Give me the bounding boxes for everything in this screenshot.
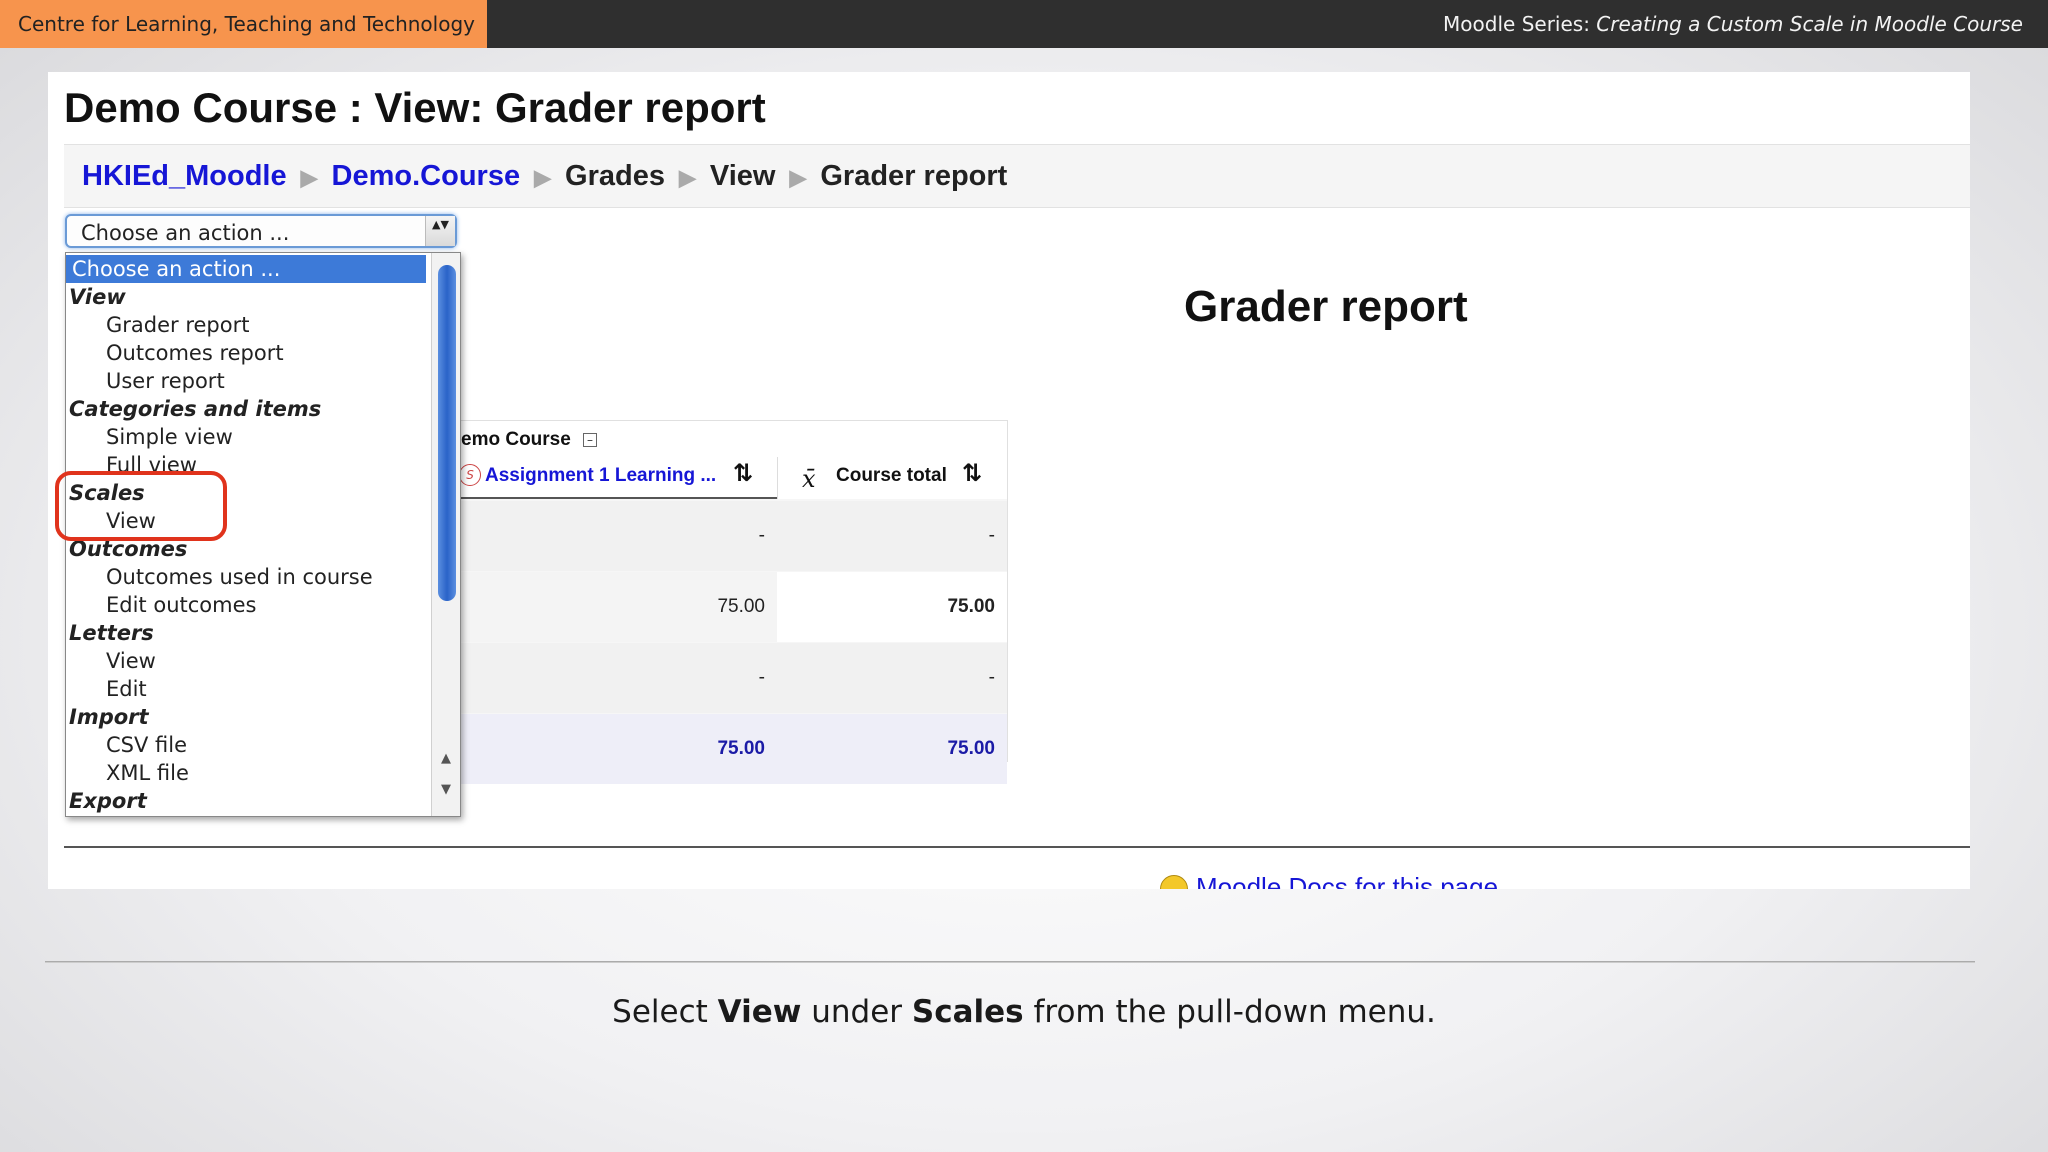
scrollbar-thumb[interactable] <box>438 265 456 601</box>
breadcrumb-current: Grader report <box>820 160 1008 192</box>
dropdown-option-csv-file[interactable]: CSV file <box>66 731 187 759</box>
sort-icon[interactable]: ⇅ <box>962 459 982 487</box>
breadcrumb: HKIEd_Moodle ▶ Demo.Course ▶ Grades ▶ View ▶ Gra… <box>64 144 1970 208</box>
category-header: emo Course – <box>459 421 1007 457</box>
assignment-link[interactable]: Assignment 1 Learning ... <box>485 465 716 487</box>
sort-icon[interactable]: ⇅ <box>733 459 753 487</box>
dropdown-option-letters-edit[interactable]: Edit <box>66 675 147 703</box>
table-row: - - <box>459 643 1007 713</box>
dropdown-option-edit-outcomes[interactable]: Edit outcomes <box>66 591 256 619</box>
breadcrumb-separator-icon: ▶ <box>789 165 807 190</box>
select-arrows-icon: ▲▼ <box>425 216 455 246</box>
action-select-value: Choose an action ... <box>81 221 290 245</box>
dropdown-option-xml-file[interactable]: XML file <box>66 759 189 787</box>
total-value: 75.00 <box>947 596 995 617</box>
breadcrumb-view: View <box>709 160 776 192</box>
table-cell: 75.00 <box>459 714 777 784</box>
caption-text: Select <box>612 994 718 1030</box>
total-value: 75.00 <box>947 738 995 759</box>
dropdown-group-categories: Categories and items <box>69 397 322 421</box>
breadcrumb-separator-icon: ▶ <box>534 165 552 190</box>
scroll-down-icon[interactable]: ▼ <box>438 781 454 799</box>
action-select[interactable]: Choose an action ... ▲▼ <box>65 214 457 248</box>
breadcrumb-grades: Grades <box>565 160 665 192</box>
dropdown-option-user-report[interactable]: User report <box>66 367 225 395</box>
grade-value: 75.00 <box>717 738 765 759</box>
category-name: emo Course <box>461 429 571 450</box>
dropdown-option-grader-report[interactable]: Grader report <box>66 311 249 339</box>
table-row: 75.00 75.00 <box>459 572 1007 642</box>
grade-value: - <box>758 667 765 688</box>
table-cell: 75.00 <box>779 572 1007 642</box>
caption-view: View <box>717 994 802 1030</box>
dropdown-group-export: Export <box>69 789 147 813</box>
grade-value: - <box>758 525 765 546</box>
dropdown-option-simple-view[interactable]: Simple view <box>66 423 233 451</box>
grade-value: 75.00 <box>717 596 765 617</box>
dropdown-group-letters: Letters <box>69 621 154 645</box>
caption-scales: Scales <box>911 994 1024 1030</box>
scroll-up-icon[interactable]: ▲ <box>438 750 454 768</box>
assignment-column-header: S Assignment 1 Learning ... ⇅ <box>459 457 777 499</box>
table-cell: 75.00 <box>459 572 777 642</box>
mean-icon: x̄ <box>802 465 816 493</box>
collapse-icon[interactable]: – <box>583 433 597 447</box>
dropdown-option-selected[interactable]: Choose an action ... <box>66 255 426 283</box>
caption-text: from the pull-down menu. <box>1023 994 1436 1030</box>
dropdown-option-outcomes-report[interactable]: Outcomes report <box>66 339 284 367</box>
dropdown-option-letters-view[interactable]: View <box>66 647 156 675</box>
total-value: - <box>988 667 995 688</box>
grader-table: emo Course – S Assignment 1 Learning ...… <box>458 420 1008 784</box>
total-value: - <box>988 525 995 546</box>
slide-caption: Select View under Scales from the pull-d… <box>0 994 2048 1030</box>
moodle-docs-label: Moodle Docs for this page <box>1196 872 1499 889</box>
scales-highlight-annotation <box>55 471 227 541</box>
moodle-docs-link[interactable]: Moodle Docs for this page <box>1160 872 1498 889</box>
slide-divider <box>45 961 1975 963</box>
dropdown-option-outcomes-used[interactable]: Outcomes used in course <box>66 563 373 591</box>
banner-organization: Centre for Learning, Teaching and Techno… <box>0 0 487 48</box>
table-cell: - <box>779 643 1007 713</box>
table-row-average: 75.00 75.00 <box>459 714 1007 784</box>
breadcrumb-home-link[interactable]: HKIEd_Moodle <box>82 145 287 207</box>
report-heading: Grader report <box>1184 282 1468 331</box>
table-cell: - <box>779 501 1007 571</box>
banner-series-title: Moodle Series: Creating a Custom Scale i… <box>1443 0 2023 48</box>
table-row: - - <box>459 501 1007 571</box>
caption-text: under <box>801 994 912 1030</box>
page-title: Demo Course : View: Grader report <box>64 84 766 131</box>
breadcrumb-separator-icon: ▶ <box>300 165 318 190</box>
footer-divider <box>64 846 1970 848</box>
table-cell: 75.00 <box>779 714 1007 784</box>
help-icon <box>1160 875 1188 889</box>
table-cell: - <box>459 643 777 713</box>
course-total-label: Course total <box>836 465 947 486</box>
banner-series-prefix: Moodle Series: <box>1443 12 1597 36</box>
moodle-screenshot: Demo Course : View: Grader report HKIEd_… <box>48 72 1970 889</box>
breadcrumb-separator-icon: ▶ <box>678 165 696 190</box>
item-header-row: S Assignment 1 Learning ... ⇅ x̄ Course … <box>459 457 1007 499</box>
dropdown-group-view: View <box>69 285 126 309</box>
breadcrumb-course-link[interactable]: Demo.Course <box>332 145 521 207</box>
assignment-icon: S <box>459 464 481 486</box>
table-cell: - <box>459 501 777 571</box>
dropdown-group-import: Import <box>69 705 149 729</box>
top-banner: Centre for Learning, Teaching and Techno… <box>0 0 2048 48</box>
dropdown-scrollbar[interactable]: ▲ ▼ <box>431 253 460 816</box>
course-total-header: x̄ Course total ⇅ <box>777 457 1008 499</box>
banner-tutorial-title: Creating a Custom Scale in Moodle Course <box>1596 12 2023 36</box>
